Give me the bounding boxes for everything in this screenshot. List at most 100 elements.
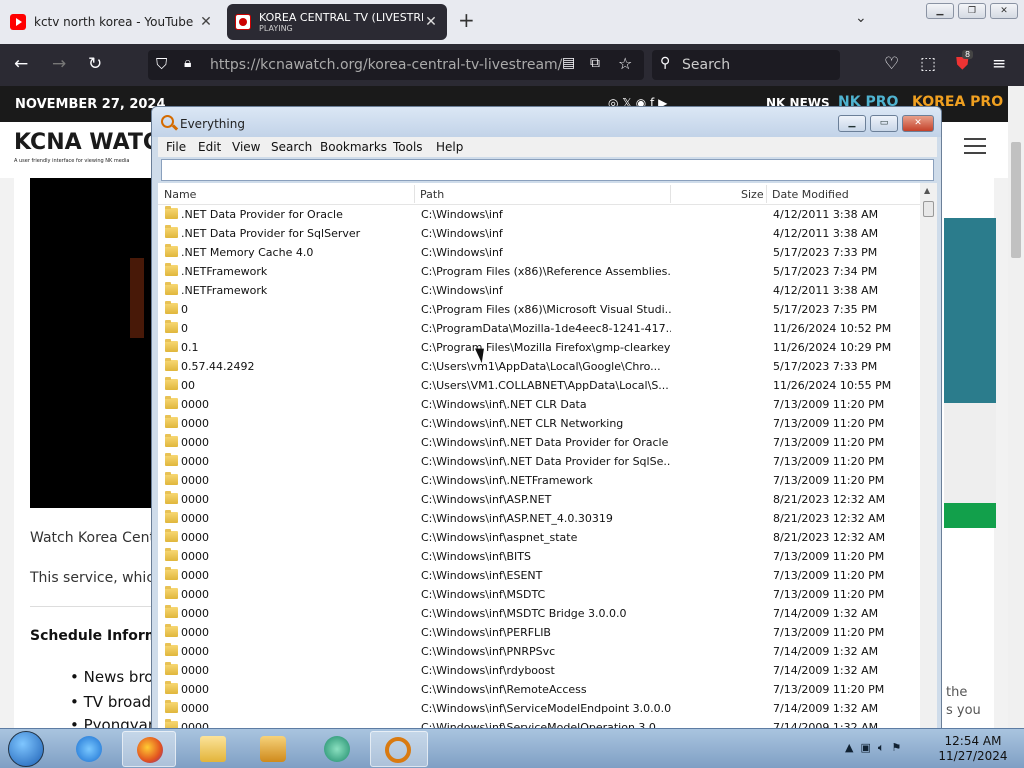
menu-search[interactable]: Search	[271, 140, 312, 154]
minimize-icon[interactable]: ▁	[926, 3, 954, 19]
table-row[interactable]: 0000 C:\Windows\inf\PERFLIB 7/13/2009 11:2…	[158, 623, 920, 642]
maximize-icon[interactable]: ▭	[870, 115, 898, 132]
pip-icon[interactable]: ⧉	[590, 55, 600, 71]
row-date: 7/13/2009 11:20 PM	[773, 569, 885, 582]
lock-icon[interactable]: 🔒︎	[184, 55, 191, 71]
menu-edit[interactable]: Edit	[198, 140, 221, 154]
column-path[interactable]: Path	[420, 188, 444, 201]
folder-icon	[165, 662, 178, 675]
menu-tools[interactable]: Tools	[393, 140, 423, 154]
table-row[interactable]: .NETFramework C:\Program Files (x86)\Refe…	[158, 262, 920, 281]
folder-icon	[165, 681, 178, 694]
table-row[interactable]: .NET Data Provider for SqlServer C:\Windo…	[158, 224, 920, 243]
ad-button[interactable]	[944, 503, 996, 528]
taskbar-explorer[interactable]	[186, 731, 240, 767]
taskbar-media-player[interactable]	[246, 731, 300, 767]
pocket-icon[interactable]: ♡	[884, 54, 899, 74]
table-row[interactable]: 0000 C:\Windows\inf\RemoteAccess 7/13/2009…	[158, 680, 920, 699]
scrollbar-thumb[interactable]	[1011, 142, 1021, 258]
close-icon[interactable]: ✕	[902, 115, 934, 132]
table-row[interactable]: .NET Data Provider for Oracle C:\Windows\…	[158, 205, 920, 224]
table-row[interactable]: 0000 C:\Windows\inf\rdyboost 7/14/2009 1:3…	[158, 661, 920, 680]
scrollbar-thumb[interactable]	[923, 201, 934, 217]
table-row[interactable]: 00 C:\Users\VM1.COLLABNET\AppData\Local\S…	[158, 376, 920, 395]
side-ad[interactable]	[944, 218, 996, 528]
shield-icon[interactable]: ⛉	[156, 55, 167, 73]
start-button[interactable]	[8, 731, 44, 767]
close-tab-icon[interactable]: ✕	[423, 14, 439, 30]
page-scrollbar[interactable]	[1008, 86, 1024, 728]
table-row[interactable]: 0000 C:\Windows\inf\aspnet_state 8/21/2023…	[158, 528, 920, 547]
column-name[interactable]: Name	[164, 188, 196, 201]
table-row[interactable]: 0000 C:\Windows\inf\.NET Data Provider fo…	[158, 452, 920, 471]
table-row[interactable]: 0000 C:\Windows\inf\PNRPSvc 7/14/2009 1:32…	[158, 642, 920, 661]
list-scrollbar[interactable]: ▲	[920, 183, 937, 729]
window-titlebar[interactable]: Everything ▁ ▭ ✕	[152, 107, 941, 137]
results-list[interactable]: Name Path Size Date Modified .NET Data P…	[158, 183, 937, 729]
new-tab-icon[interactable]: +	[458, 8, 475, 32]
minimize-icon[interactable]: ▁	[838, 115, 866, 132]
table-row[interactable]: 0 C:\Program Files (x86)\Microsoft Visual…	[158, 300, 920, 319]
video-player[interactable]	[30, 178, 165, 508]
row-path: C:\Windows\inf\RemoteAccess	[421, 683, 587, 696]
row-path: C:\Windows\inf\PERFLIB	[421, 626, 551, 639]
url-bar[interactable]: ⛉ 🔒︎ https://kcnawatch.org/korea-central…	[148, 50, 644, 80]
table-row[interactable]: 0000 C:\Windows\inf\.NETFramework 7/13/200…	[158, 471, 920, 490]
search-box[interactable]: ⚲ Search	[652, 50, 840, 80]
row-date: 4/12/2011 3:38 AM	[773, 208, 879, 221]
reload-icon[interactable]: ↻	[88, 54, 102, 74]
row-path: C:\Windows\inf\ServiceModelEndpoint 3.0.…	[421, 702, 671, 715]
search-input[interactable]	[161, 159, 934, 181]
taskbar-ie[interactable]	[62, 731, 116, 767]
table-row[interactable]: 0.57.44.2492 C:\Users\vm1\AppData\Local\G…	[158, 357, 920, 376]
row-name: 0000	[181, 550, 209, 563]
hamburger-menu-icon[interactable]	[964, 138, 986, 154]
table-row[interactable]: 0000 C:\Windows\inf\.NET Data Provider fo…	[158, 433, 920, 452]
table-row[interactable]: .NETFramework C:\Windows\inf 4/12/2011 3:3…	[158, 281, 920, 300]
table-row[interactable]: 0000 C:\Windows\inf\MSDTC 7/13/2009 11:20 …	[158, 585, 920, 604]
tab-youtube[interactable]: kctv north korea - YouTube ✕	[2, 4, 222, 40]
close-window-icon[interactable]: ✕	[990, 3, 1018, 19]
table-row[interactable]: 0000 C:\Windows\inf\.NET CLR Data 7/13/200…	[158, 395, 920, 414]
column-separator[interactable]	[414, 185, 415, 203]
row-date: 7/13/2009 11:20 PM	[773, 626, 885, 639]
taskbar-clock[interactable]: 12:54 AM 11/27/2024	[936, 734, 1010, 764]
column-separator[interactable]	[766, 185, 767, 203]
menu-bookmarks[interactable]: Bookmarks	[320, 140, 387, 154]
forward-icon[interactable]: →	[52, 54, 66, 74]
row-name: .NETFramework	[181, 284, 268, 297]
table-row[interactable]: 0 C:\ProgramData\Mozilla-1de4eec8-1241-41…	[158, 319, 920, 338]
taskbar-everything[interactable]	[370, 731, 428, 767]
column-separator[interactable]	[670, 185, 671, 203]
table-row[interactable]: 0000 C:\Windows\inf\BITS 7/13/2009 11:20 P…	[158, 547, 920, 566]
menu-view[interactable]: View	[232, 140, 260, 154]
reader-view-icon[interactable]: ▤	[562, 55, 575, 71]
system-tray[interactable]: ▲ ▣ 🔈︎ ⚑	[845, 741, 901, 755]
list-tabs-icon[interactable]: ⌄	[855, 10, 867, 26]
extensions-icon[interactable]: ⬚	[920, 54, 936, 74]
back-icon[interactable]: ←	[14, 54, 28, 74]
search-field[interactable]	[162, 160, 933, 180]
table-row[interactable]: 0000 C:\Windows\inf\ESENT 7/13/2009 11:20 …	[158, 566, 920, 585]
column-size[interactable]: Size	[741, 188, 764, 201]
restore-icon[interactable]: ❐	[958, 3, 986, 19]
table-row[interactable]: 0.1 C:\Program Files\Mozilla Firefox\gmp-…	[158, 338, 920, 357]
menu-help[interactable]: Help	[436, 140, 463, 154]
tab-kctv[interactable]: KOREA CENTRAL TV (LIVESTRE PLAYING ✕	[227, 4, 447, 40]
close-tab-icon[interactable]: ✕	[198, 14, 214, 30]
table-row[interactable]: .NET Memory Cache 4.0 C:\Windows\inf 5/17/…	[158, 243, 920, 262]
taskbar-firefox[interactable]	[122, 731, 176, 767]
bookmark-star-icon[interactable]: ☆	[618, 54, 632, 73]
table-row[interactable]: 0000 C:\Windows\inf\MSDTC Bridge 3.0.0.0 7…	[158, 604, 920, 623]
column-date-modified[interactable]: Date Modified	[772, 188, 849, 201]
scroll-up-icon[interactable]: ▲	[924, 186, 930, 195]
url-text[interactable]: https://kcnawatch.org/korea-central-tv-l…	[210, 57, 562, 73]
menu-file[interactable]: File	[166, 140, 186, 154]
table-row[interactable]: 0000 C:\Windows\inf\ServiceModelEndpoint …	[158, 699, 920, 718]
table-row[interactable]: 0000 C:\Windows\inf\ASP.NET 8/21/2023 12:3…	[158, 490, 920, 509]
menu-icon[interactable]: ≡	[992, 54, 1006, 74]
table-row[interactable]: 0000 C:\Windows\inf\.NET CLR Networking 7/…	[158, 414, 920, 433]
taskbar-app[interactable]	[310, 731, 364, 767]
table-row[interactable]: 0000 C:\Windows\inf\ASP.NET_4.0.30319 8/21…	[158, 509, 920, 528]
folder-icon	[165, 396, 178, 409]
